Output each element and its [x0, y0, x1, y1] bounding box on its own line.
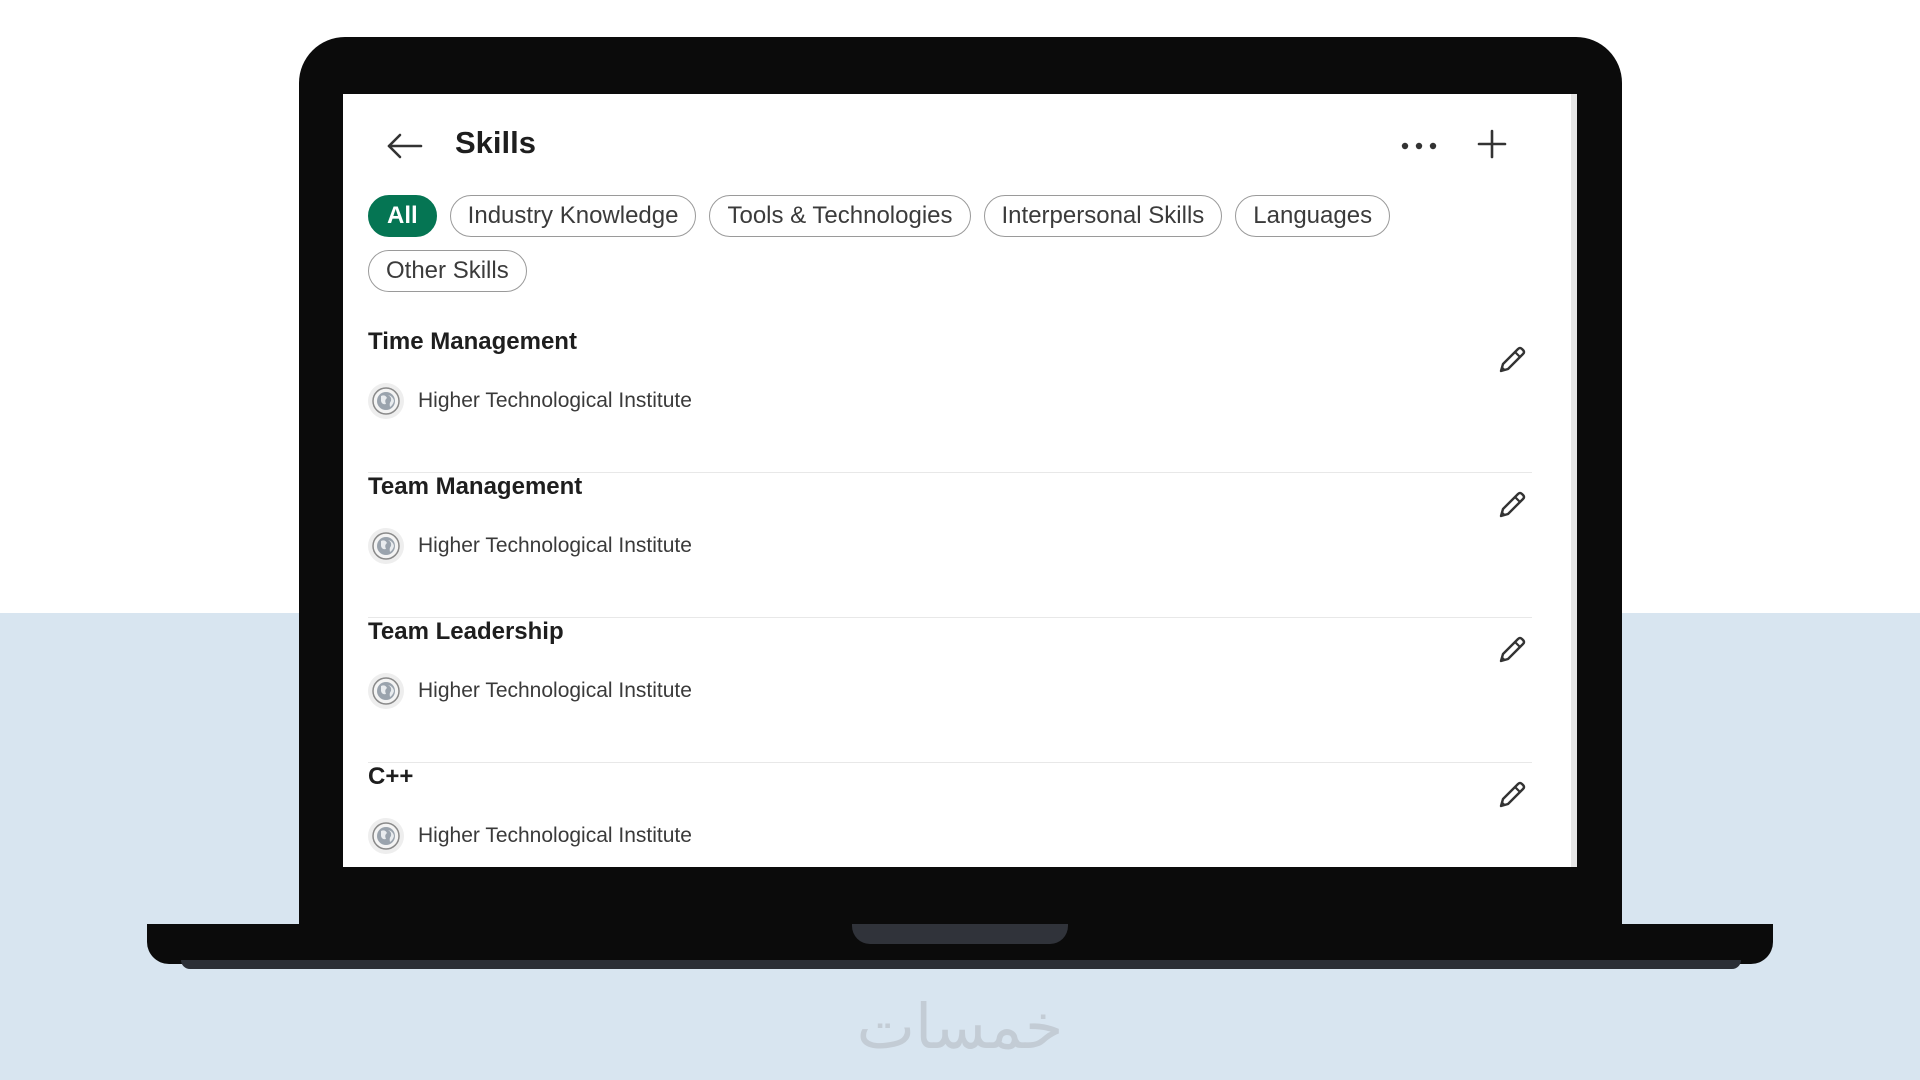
pencil-icon: [1499, 636, 1526, 663]
watermark-logo: خمسات: [856, 990, 1064, 1063]
globe-logo-icon: [372, 677, 400, 705]
institution-logo: [368, 818, 404, 854]
skill-source: Higher Technological Institute: [368, 383, 692, 419]
skill-row: Time Management Higher Technological Ins…: [368, 328, 1532, 473]
laptop-base-edge: [181, 960, 1741, 969]
globe-logo-icon: [372, 822, 400, 850]
edit-skill-button[interactable]: [1490, 338, 1534, 382]
pencil-icon: [1499, 781, 1526, 808]
more-options-button[interactable]: [1395, 124, 1443, 168]
skill-row: Team Leadership Higher Technological Ins…: [368, 618, 1532, 763]
skill-name: Team Leadership: [368, 618, 564, 645]
pencil-icon: [1499, 346, 1526, 373]
scrollbar[interactable]: [1571, 94, 1577, 867]
filter-pill-interpersonal-skills[interactable]: Interpersonal Skills: [983, 195, 1223, 237]
skill-name: Time Management: [368, 328, 577, 355]
institution-logo: [368, 673, 404, 709]
institution-name[interactable]: Higher Technological Institute: [418, 824, 692, 848]
page-header: Skills: [343, 94, 1577, 194]
arrow-left-icon: [387, 133, 423, 159]
skill-filter-bar: All Industry Knowledge Tools & Technolog…: [368, 195, 1538, 292]
filter-pill-tools-technologies[interactable]: Tools & Technologies: [709, 195, 971, 237]
filter-pill-all[interactable]: All: [368, 195, 437, 237]
edit-skill-button[interactable]: [1490, 483, 1534, 527]
page-title: Skills: [455, 125, 536, 160]
more-horizontal-icon: [1401, 142, 1437, 150]
skill-source: Higher Technological Institute: [368, 673, 692, 709]
filter-pill-industry-knowledge[interactable]: Industry Knowledge: [449, 195, 697, 237]
edit-skill-button[interactable]: [1490, 773, 1534, 817]
skill-source: Higher Technological Institute: [368, 528, 692, 564]
skills-list: Time Management Higher Technological Ins…: [368, 328, 1532, 867]
skill-row: Team Management Higher Technological Ins…: [368, 473, 1532, 618]
institution-logo: [368, 383, 404, 419]
institution-logo: [368, 528, 404, 564]
globe-logo-icon: [372, 387, 400, 415]
globe-logo-icon: [372, 532, 400, 560]
institution-name[interactable]: Higher Technological Institute: [418, 389, 692, 413]
skill-name: C++: [368, 763, 414, 790]
filter-pill-other-skills[interactable]: Other Skills: [368, 250, 527, 292]
institution-name[interactable]: Higher Technological Institute: [418, 534, 692, 558]
laptop-notch: [852, 924, 1068, 944]
skill-source: Higher Technological Institute: [368, 818, 692, 854]
plus-icon: [1477, 129, 1507, 159]
laptop-screen: Skills All Industry Knowledge Tools & Te…: [343, 94, 1577, 867]
back-button[interactable]: [383, 124, 427, 168]
filter-pill-languages[interactable]: Languages: [1235, 195, 1391, 237]
add-skill-button[interactable]: [1470, 122, 1514, 166]
skill-row: C++ Higher Technological Institute: [368, 763, 1532, 867]
edit-skill-button[interactable]: [1490, 628, 1534, 672]
skill-name: Team Management: [368, 473, 583, 500]
institution-name[interactable]: Higher Technological Institute: [418, 679, 692, 703]
pencil-icon: [1499, 491, 1526, 518]
